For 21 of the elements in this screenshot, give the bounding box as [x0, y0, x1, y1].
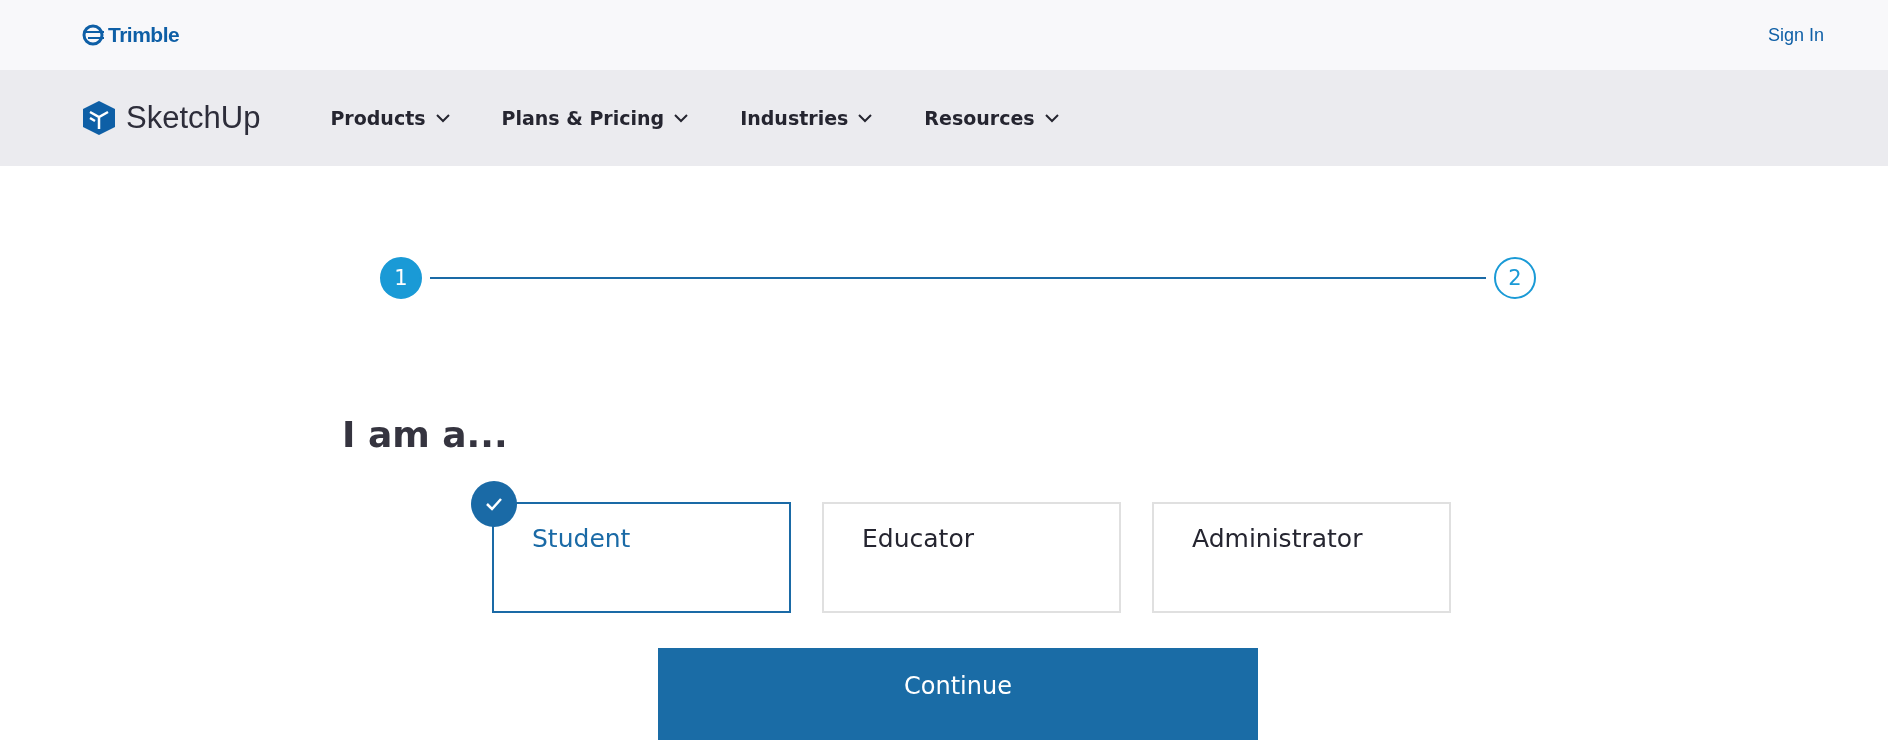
step-indicator: 1 [380, 257, 422, 299]
cube-icon [82, 100, 116, 136]
globe-icon [82, 24, 106, 46]
nav-menu-item[interactable]: Products [330, 107, 450, 129]
nav-menu-item[interactable]: Industries [740, 107, 873, 129]
chevron-down-icon [435, 113, 450, 123]
checkmark-icon [471, 481, 517, 527]
nav-menu-item[interactable]: Resources [924, 107, 1059, 129]
chevron-down-icon [1044, 113, 1059, 123]
role-option[interactable]: Administrator [1152, 502, 1451, 613]
role-option[interactable]: Student [492, 502, 791, 613]
chevron-down-icon [674, 113, 689, 123]
chevron-down-icon [858, 113, 873, 123]
sign-in-link[interactable]: Sign In [1767, 24, 1824, 46]
page-heading: I am a... [342, 414, 509, 455]
nav-menu-item[interactable]: Plans & Pricing [501, 107, 689, 129]
role-option[interactable]: Educator [822, 502, 1121, 613]
step-indicator: 2 [1494, 257, 1536, 299]
continue-button[interactable]: Continue [658, 648, 1258, 740]
sketchup-logo[interactable]: SketchUp [82, 100, 261, 136]
trimble-logo[interactable]: Trimble [82, 23, 180, 47]
